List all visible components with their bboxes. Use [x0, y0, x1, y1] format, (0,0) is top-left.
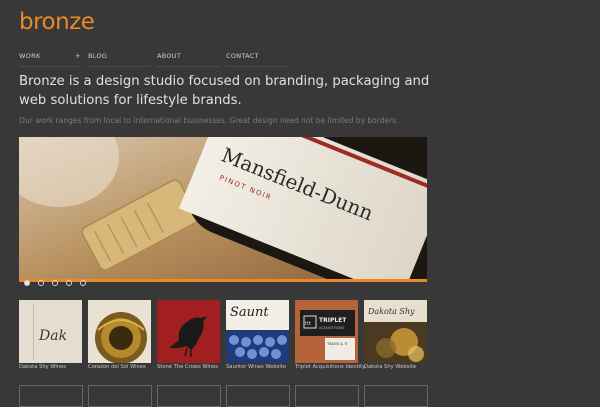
nav-item-label: BLOG — [88, 52, 108, 60]
svg-text:ttt: ttt — [305, 321, 311, 327]
svg-text:Dakota Shy: Dakota Shy — [367, 307, 415, 316]
nav-item-label: WORK — [19, 52, 41, 60]
thumbnail-stone-the-crows[interactable] — [157, 300, 220, 363]
slide-dot-3[interactable] — [52, 280, 59, 286]
svg-text:Dak: Dak — [38, 328, 67, 344]
thumbnail-caption[interactable]: Stone The Crows Wines — [157, 364, 218, 370]
thumbnail-placeholder[interactable] — [295, 385, 359, 407]
slide-dot-1[interactable] — [24, 280, 30, 286]
hero-slideshow[interactable]: Mansfield-Dunn PINOT NOIR — [19, 137, 427, 279]
main-nav: WORK + BLOG ABOUT CONTACT — [19, 52, 291, 67]
hero-image: Mansfield-Dunn PINOT NOIR — [19, 137, 427, 279]
thumbnail-placeholder[interactable] — [88, 385, 152, 407]
nav-item-label: CONTACT — [226, 52, 259, 60]
intro-subline: Our work ranges from local to internatio… — [19, 116, 399, 125]
nav-item-about[interactable]: ABOUT — [157, 52, 219, 67]
nav-item-blog[interactable]: BLOG — [88, 52, 150, 67]
thumbnail-caption[interactable]: Dakota Shy Website — [364, 364, 416, 370]
svg-text:TRAVIS & TI: TRAVIS & TI — [326, 342, 347, 346]
nav-item-work[interactable]: WORK + — [19, 52, 81, 67]
nav-item-contact[interactable]: CONTACT — [226, 52, 288, 67]
intro-headline: Bronze is a design studio focused on bra… — [19, 74, 430, 108]
thumbnail-saunter-website[interactable]: Saunt — [226, 300, 289, 363]
thumbnail-caption[interactable]: Saunter Wines Website — [226, 364, 286, 370]
slide-dot-2[interactable] — [38, 280, 45, 286]
thumbnail-placeholder[interactable] — [19, 385, 83, 407]
brand-logo[interactable]: bronze — [19, 9, 95, 35]
svg-text:TRIPLET: TRIPLET — [319, 317, 347, 324]
thumbnail-dakota-shy-website[interactable]: Dakota Shy — [364, 300, 427, 363]
thumbnail-placeholder[interactable] — [157, 385, 221, 407]
svg-text:ACQUISITIONS: ACQUISITIONS — [319, 326, 345, 330]
thumbnail-dakota-shy-wines[interactable]: Dak — [19, 300, 82, 363]
thumbnail-caption[interactable]: Corazon del Sol Wines — [88, 364, 146, 370]
nav-item-label: ABOUT — [157, 52, 182, 60]
slide-dot-5[interactable] — [80, 280, 87, 286]
thumbnail-placeholder[interactable] — [364, 385, 428, 407]
svg-text:Saunt: Saunt — [230, 305, 269, 320]
thumbnail-placeholder[interactable] — [226, 385, 290, 407]
thumbnail-caption[interactable]: Dakota Shy Wines — [19, 364, 66, 370]
thumbnail-caption[interactable]: Triplet Acquisitions Identity — [295, 364, 365, 370]
thumbnail-corazon-del-sol[interactable] — [88, 300, 151, 363]
expand-plus-icon[interactable]: + — [75, 52, 81, 60]
slideshow-pager — [24, 271, 89, 290]
thumbnail-triplet-acquisitions[interactable]: ttt TRIPLET ACQUISITIONS TRAVIS & TI — [295, 300, 358, 363]
slide-dot-4[interactable] — [66, 280, 73, 286]
